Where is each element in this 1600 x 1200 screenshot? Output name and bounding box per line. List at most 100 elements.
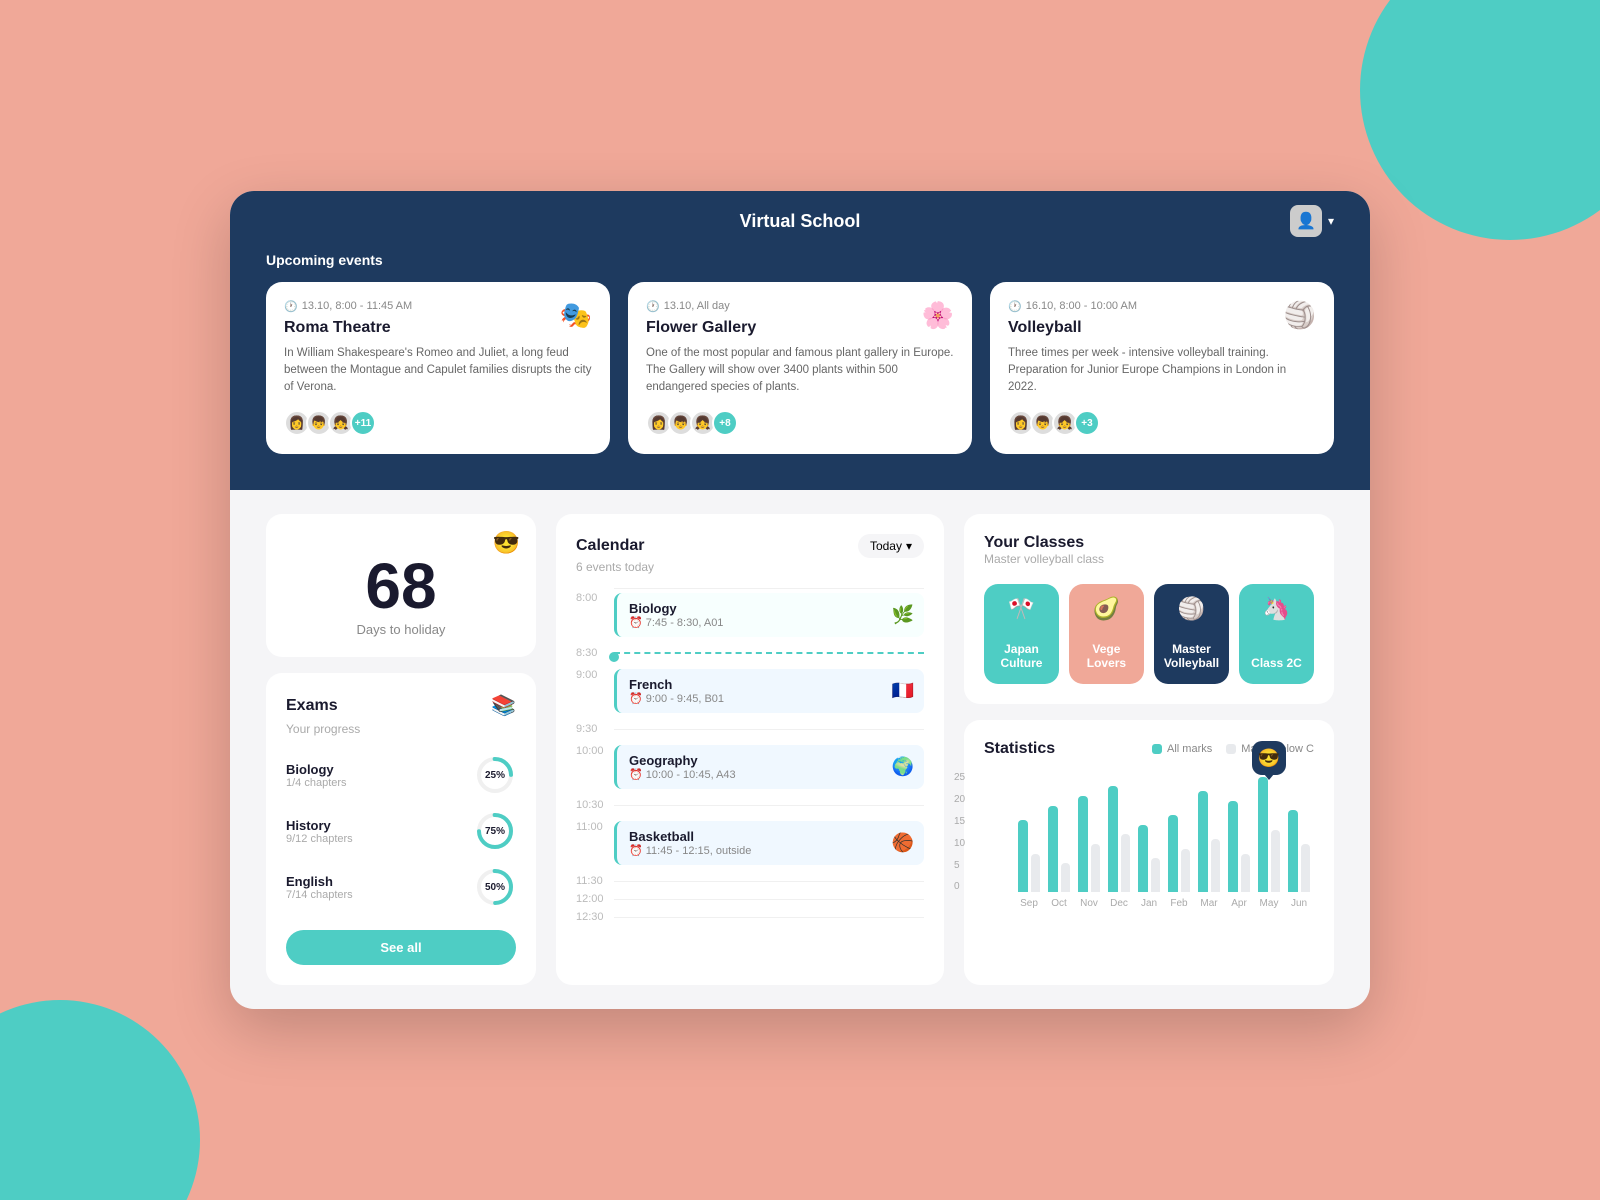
stats-title: Statistics — [984, 740, 1055, 758]
bar-group-9 — [1288, 810, 1310, 892]
chart-label-5: Feb — [1168, 898, 1190, 909]
bar-gray-0 — [1031, 854, 1041, 892]
time-800: 8:00 — [576, 588, 614, 604]
exams-header: Exams 📚 — [286, 693, 516, 718]
cal-event-geography[interactable]: Geography ⏰ 10:00 - 10:45, A43 🌍 — [614, 745, 924, 789]
bar-gray-9 — [1301, 844, 1311, 892]
calendar-timeline: 8:00 Biology ⏰ 7:45 - 8:30, A01 🌿 8:30 — [576, 588, 924, 923]
time-1030: 10:30 — [576, 799, 614, 811]
bar-group-6 — [1198, 791, 1220, 892]
bar-gray-4 — [1151, 858, 1161, 892]
event-time-0: 🕐 13.10, 8:00 - 11:45 AM — [284, 300, 592, 313]
geography-icon: 🌍 — [892, 757, 914, 778]
chart-tooltip: 😎 — [1252, 741, 1286, 775]
cal-event-time-biology: ⏰ 7:45 - 8:30, A01 — [629, 616, 884, 629]
events-section-label: Upcoming events — [266, 252, 1334, 282]
clock-icon-0: 🕐 — [284, 300, 298, 313]
class-tile-vege[interactable]: 🥑 Vege Lovers — [1069, 584, 1144, 684]
chart-bars-wrapper: 😎 SepOctNovDecJanFebMarAprMayJun — [1014, 772, 1314, 909]
bar-gray-1 — [1061, 863, 1071, 892]
bar-gray-5 — [1181, 849, 1191, 892]
bar-green-2 — [1078, 796, 1088, 892]
chart-label-0: Sep — [1018, 898, 1040, 909]
chart-label-2: Nov — [1078, 898, 1100, 909]
right-column: Your Classes Master volleyball class 🎌 J… — [964, 514, 1334, 985]
user-avatar-button[interactable]: 👤 ▾ — [1290, 205, 1334, 237]
bar-group-2 — [1078, 796, 1100, 892]
bar-group-5 — [1168, 815, 1190, 892]
event-title-0: Roma Theatre — [284, 319, 592, 337]
bar-gray-7 — [1241, 854, 1251, 892]
event-card-0[interactable]: 🕐 13.10, 8:00 - 11:45 AM Roma Theatre In… — [266, 282, 610, 455]
chart-label-6: Mar — [1198, 898, 1220, 909]
main-content: 😎 68 Days to holiday Exams 📚 Your progre… — [230, 490, 1370, 1009]
class2c-label: Class 2C — [1251, 626, 1302, 670]
avatar: 👤 — [1290, 205, 1322, 237]
bar-green-7 — [1228, 801, 1238, 892]
exam-info-biology: Biology 1/4 chapters — [286, 762, 347, 789]
progress-circle-english: 50% — [474, 866, 516, 908]
events-grid: 🕐 13.10, 8:00 - 11:45 AM Roma Theatre In… — [266, 282, 1334, 455]
chart-label-9: Jun — [1288, 898, 1310, 909]
exam-name-biology: Biology — [286, 762, 347, 777]
cal-subtitle: 6 events today — [576, 560, 924, 574]
cal-title: Calendar — [576, 537, 644, 555]
event-card-2[interactable]: 🕐 16.10, 8:00 - 10:00 AM Volleyball Thre… — [990, 282, 1334, 455]
cal-event-time-basketball: ⏰ 11:45 - 12:15, outside — [629, 844, 884, 857]
books-icon: 📚 — [491, 693, 516, 718]
days-number: 68 — [286, 554, 516, 618]
exams-card: Exams 📚 Your progress Biology 1/4 chapte… — [266, 673, 536, 985]
pct-english: 50% — [485, 882, 505, 893]
exam-info-history: History 9/12 chapters — [286, 818, 353, 845]
time-1130: 11:30 — [576, 875, 614, 887]
bar-group-3 — [1108, 786, 1130, 892]
bar-green-4 — [1138, 825, 1148, 892]
see-all-button[interactable]: See all — [286, 930, 516, 965]
legend-dot-green — [1152, 744, 1162, 754]
cal-event-name-biology: Biology — [629, 601, 884, 616]
clock-icon-1: 🕐 — [646, 300, 660, 313]
exam-chapters-history: 9/12 chapters — [286, 833, 353, 845]
cal-event-basketball[interactable]: Basketball ⏰ 11:45 - 12:15, outside 🏀 — [614, 821, 924, 865]
event-attendees-0: 👩 👦 👧 +11 — [284, 410, 592, 436]
bar-green-1 — [1048, 806, 1058, 892]
event-icon-2: 🏐 — [1284, 300, 1316, 331]
bar-green-8 — [1258, 777, 1268, 892]
legend-all: All marks — [1152, 743, 1212, 755]
time-930: 9:30 — [576, 723, 614, 735]
time-900: 9:00 — [576, 665, 614, 681]
exam-info-english: English 7/14 chapters — [286, 874, 353, 901]
bar-green-0 — [1018, 820, 1028, 892]
statistics-card: Statistics All marks Marks below C — [964, 720, 1334, 985]
cal-event-biology[interactable]: Biology ⏰ 7:45 - 8:30, A01 🌿 — [614, 593, 924, 637]
class-tile-japan[interactable]: 🎌 Japan Culture — [984, 584, 1059, 684]
chart-label-4: Jan — [1138, 898, 1160, 909]
today-button[interactable]: Today ▾ — [858, 534, 924, 558]
cal-event-french[interactable]: French ⏰ 9:00 - 9:45, B01 🇫🇷 — [614, 669, 924, 713]
chart-label-7: Apr — [1228, 898, 1250, 909]
event-card-1[interactable]: 🕐 13.10, All day Flower Gallery One of t… — [628, 282, 972, 455]
event-desc-0: In William Shakespeare's Romeo and Julie… — [284, 345, 592, 397]
exam-item-biology: Biology 1/4 chapters 25% — [286, 754, 516, 796]
event-attendees-1: 👩 👦 👧 +8 — [646, 410, 954, 436]
classes-title: Your Classes — [984, 534, 1314, 552]
exam-item-history: History 9/12 chapters 75% — [286, 810, 516, 852]
bar-green-9 — [1288, 810, 1298, 892]
time-1230: 12:30 — [576, 911, 614, 923]
volleyball-icon: 🏐 — [1178, 596, 1205, 622]
classes-subtitle: Master volleyball class — [984, 552, 1314, 566]
app-container: Virtual School 👤 ▾ Upcoming events 🕐 13.… — [230, 191, 1370, 1010]
chevron-down-cal-icon: ▾ — [906, 539, 912, 553]
class-tile-2c[interactable]: 🦄 Class 2C — [1239, 584, 1314, 684]
classes-card: Your Classes Master volleyball class 🎌 J… — [964, 514, 1334, 704]
cal-event-time-geography: ⏰ 10:00 - 10:45, A43 — [629, 768, 884, 781]
bar-group-4 — [1138, 825, 1160, 892]
biology-icon: 🌿 — [892, 605, 914, 626]
cal-event-name-geography: Geography — [629, 753, 884, 768]
bar-gray-6 — [1211, 839, 1221, 892]
class-tile-volleyball[interactable]: 🏐 Master Volleyball — [1154, 584, 1229, 684]
cal-event-name-french: French — [629, 677, 884, 692]
exam-name-english: English — [286, 874, 353, 889]
exam-chapters-english: 7/14 chapters — [286, 889, 353, 901]
pct-biology: 25% — [485, 770, 505, 781]
